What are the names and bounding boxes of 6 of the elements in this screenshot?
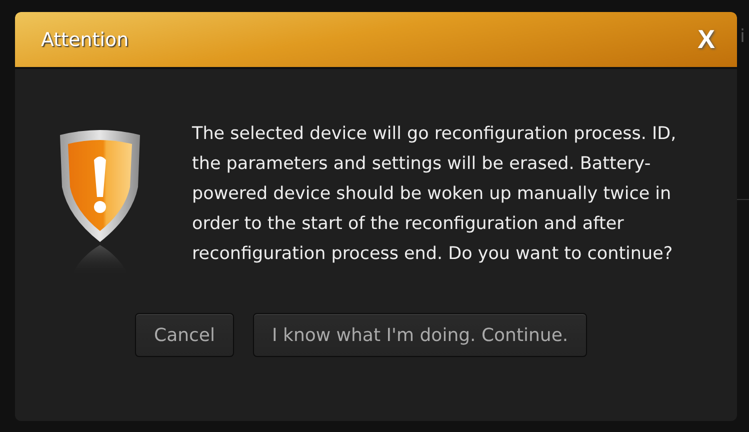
dialog-button[interactable]: I know what I'm doing. Continue. — [252, 313, 588, 357]
dialog-title: Attention — [41, 28, 129, 50]
background-text: i — [740, 26, 746, 47]
close-button[interactable]: X — [694, 24, 719, 55]
message-text: The selected device will go reconfiguration process. ID, the parameters and settings will be erased. Battery-powered device should be woken up manually twice in order to the start of the reconfiguration and after reconfiguration process end. Do you want to continue? — [192, 123, 677, 266]
dialog-button[interactable]: Cancel — [135, 313, 234, 357]
